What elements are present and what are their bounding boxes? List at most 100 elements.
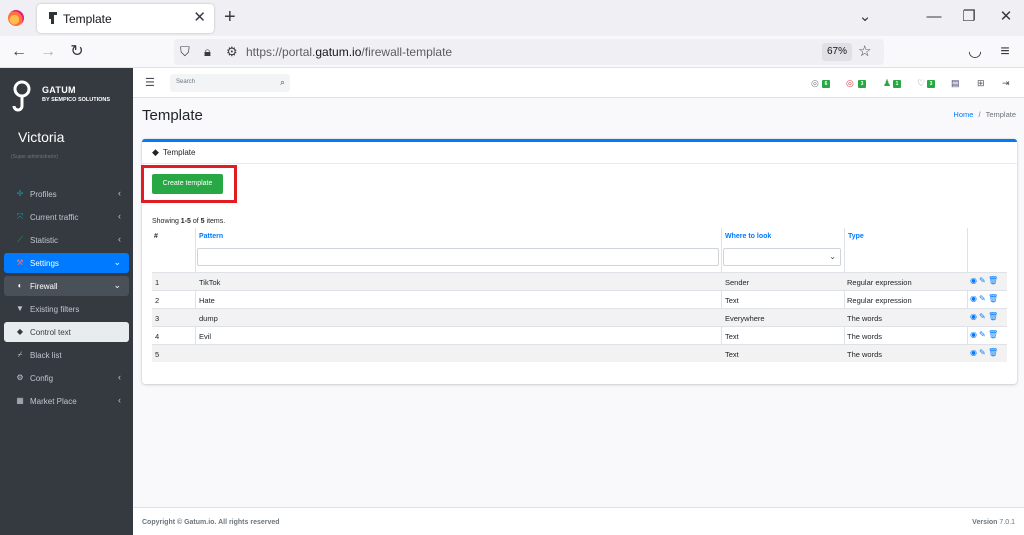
table-row: 4 Evil Text The words ◉ ✎ 🗑︎ <box>152 326 1007 344</box>
close-window-icon[interactable]: ✕ <box>994 6 1018 28</box>
hamburger-menu-icon[interactable]: ☰ <box>145 76 155 89</box>
forward-icon[interactable]: → <box>37 41 59 63</box>
language-flag-icon[interactable]: ▤ <box>951 78 960 88</box>
breadcrumb: Home / Template <box>953 110 1016 119</box>
delete-icon[interactable]: 🗑︎ <box>988 348 998 357</box>
edit-icon[interactable]: ✎ <box>979 294 988 303</box>
pattern-filter-input[interactable] <box>197 248 719 266</box>
main-header: ☰ Search ⌕ ◎ 6 ◎ 3 ♟ 1 ♡ 3 ▤ ⊞ ⇥ <box>133 68 1024 98</box>
card-title: Template <box>163 148 196 157</box>
brand-name: GATUM <box>42 85 76 95</box>
notifications-badge: 3 <box>927 80 935 88</box>
search-input[interactable]: Search ⌕ <box>170 74 290 92</box>
shield-icon[interactable]: ⛉ <box>180 43 190 61</box>
url-bar[interactable]: ⛉ 🔒︎ ⚙ https://portal.gatum.io/firewall-… <box>174 39 884 65</box>
sidebar-item-config[interactable]: ⚙ Config ‹ <box>4 368 129 388</box>
permissions-icon[interactable]: ⚙ <box>226 43 238 61</box>
url-text[interactable]: https://portal.gatum.io/firewall-templat… <box>246 45 452 59</box>
view-icon[interactable]: ◉ <box>970 294 979 303</box>
sidebar-item-profiles[interactable]: ✢ Profiles ‹ <box>4 184 129 204</box>
edit-icon[interactable]: ✎ <box>979 348 988 357</box>
sidebar-item-existing-filters[interactable]: ▼ Existing filters <box>4 299 129 319</box>
shield-icon: ◐ <box>17 281 23 290</box>
messages-icon[interactable]: ◎ <box>811 78 819 88</box>
copyright: Copyright © Gatum.io. All rights reserve… <box>142 519 280 526</box>
users-badge: 1 <box>893 80 901 88</box>
row-actions: ◉ ✎ 🗑︎ <box>970 276 998 285</box>
menu-icon[interactable]: ≡ <box>994 41 1016 63</box>
chevron-down-icon: ⌄ <box>113 257 121 267</box>
eraser-icon: ◆ <box>16 327 24 336</box>
chevron-left-icon: ‹ <box>118 211 121 221</box>
sidebar-item-settings[interactable]: ⚒ Settings ⌄ <box>4 253 129 273</box>
alerts-icon[interactable]: ◎ <box>846 78 854 88</box>
search-icon[interactable]: ⌕ <box>280 77 285 88</box>
brand-subtitle: BY SEMPICO SOLUTIONS <box>42 97 111 103</box>
row-actions: ◉ ✎ 🗑︎ <box>970 312 998 321</box>
sidebar-item-control-text[interactable]: ◆ Control text <box>4 322 129 342</box>
table-row: 1 TikTok Sender Regular expression ◉ ✎ 🗑︎ <box>152 272 1007 290</box>
sidebar-item-current-traffic[interactable]: ⤧ Current traffic ‹ <box>4 207 129 227</box>
sidebar-item-firewall[interactable]: ◐ Firewall ⌄ <box>4 276 129 296</box>
edit-icon[interactable]: ✎ <box>979 276 988 285</box>
column-header-number[interactable]: # <box>152 233 158 276</box>
gatum-logo-icon[interactable] <box>11 80 33 116</box>
row-actions: ◉ ✎ 🗑︎ <box>970 330 998 339</box>
create-template-button[interactable]: Create template <box>152 174 223 194</box>
view-icon[interactable]: ◉ <box>970 312 979 321</box>
edit-icon[interactable]: ✎ <box>979 312 988 321</box>
column-header-type[interactable]: Type <box>846 233 864 276</box>
list-all-tabs-icon[interactable]: ⌄ <box>853 6 877 28</box>
chevron-left-icon: ‹ <box>118 395 121 405</box>
view-icon[interactable]: ◉ <box>970 330 979 339</box>
eraser-icon: ◆ <box>152 147 159 157</box>
bookmark-star-icon[interactable]: ☆ <box>858 42 871 60</box>
delete-icon[interactable]: 🗑︎ <box>988 312 998 321</box>
sidebar-item-black-list[interactable]: ⌿ Black list <box>4 345 129 365</box>
reload-icon[interactable]: ↻ <box>66 41 88 63</box>
items-summary: Showing 1-5 of 5 items. <box>152 218 226 225</box>
close-tab-icon[interactable]: ✕ <box>193 9 206 27</box>
firefox-icon[interactable] <box>8 10 24 26</box>
breadcrumb-home[interactable]: Home <box>953 110 973 119</box>
row-actions: ◉ ✎ 🗑︎ <box>970 348 998 357</box>
page-title: Template <box>142 107 203 124</box>
profiles-icon: ✢ <box>16 189 24 198</box>
settings-icon: ⚒ <box>16 258 24 267</box>
alerts-badge: 3 <box>858 80 866 88</box>
delete-icon[interactable]: 🗑︎ <box>988 276 998 285</box>
row-actions: ◉ ✎ 🗑︎ <box>970 294 998 303</box>
users-icon[interactable]: ♟ <box>883 78 891 88</box>
sidebar-item-market-place[interactable]: ▦ Market Place ‹ <box>4 391 129 411</box>
broom-icon: ⌿ <box>17 350 23 359</box>
tab-title: Template <box>63 12 112 26</box>
delete-icon[interactable]: 🗑︎ <box>988 294 998 303</box>
new-tab-icon[interactable]: + <box>224 7 236 27</box>
messages-badge: 6 <box>822 80 830 88</box>
user-name[interactable]: Victoria <box>18 129 64 145</box>
minimize-icon[interactable]: — <box>922 6 946 28</box>
view-icon[interactable]: ◉ <box>970 276 979 285</box>
where-to-look-filter-select[interactable]: ⌄ <box>723 248 841 266</box>
edit-icon[interactable]: ✎ <box>979 330 988 339</box>
sidebar: GATUM BY SEMPICO SOLUTIONS Victoria (Sup… <box>0 68 133 535</box>
lock-icon[interactable]: 🔒︎ <box>204 43 211 61</box>
delete-icon[interactable]: 🗑︎ <box>988 330 998 339</box>
notifications-icon[interactable]: ♡ <box>917 78 925 88</box>
browser-tab-bar: Template ✕ + ⌄ — ❐ ✕ <box>0 0 1024 36</box>
back-icon[interactable]: ← <box>8 41 30 63</box>
chevron-left-icon: ‹ <box>118 234 121 244</box>
pocket-icon[interactable]: ◡ <box>964 41 986 63</box>
table-row: 2 Hate Text Regular expression ◉ ✎ 🗑︎ <box>152 290 1007 308</box>
restore-icon[interactable]: ❐ <box>957 6 981 28</box>
chevron-down-icon: ⌄ <box>829 252 836 261</box>
table-row: 5 Text The words ◉ ✎ 🗑︎ <box>152 344 1007 362</box>
zoom-level[interactable]: 67% <box>822 43 852 61</box>
sidebar-item-statistic[interactable]: ⟋ Statistic ‹ <box>4 230 129 250</box>
view-icon[interactable]: ◉ <box>970 348 979 357</box>
version: Version 7.0.1 <box>972 519 1015 526</box>
browser-tab[interactable]: Template ✕ <box>37 4 214 33</box>
fullscreen-icon[interactable]: ⊞ <box>977 78 985 88</box>
logout-icon[interactable]: ⇥ <box>1002 78 1010 88</box>
card-header: ◆ Template <box>142 142 1017 164</box>
